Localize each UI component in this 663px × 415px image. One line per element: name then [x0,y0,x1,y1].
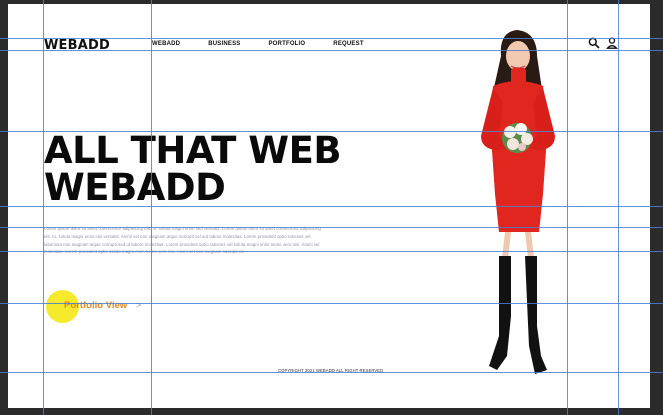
portfolio-view-button[interactable]: Portfolio View > [46,290,166,324]
headline-line-2: WEBADD [44,166,226,209]
guide-line [0,206,663,207]
guide-line [618,0,619,415]
guide-line [0,38,663,39]
guide-line [0,372,663,373]
headline-line-1: ALL THAT WEB [44,129,342,172]
main-nav: WEBADD BUSINESS PORTFOLIO REQUEST [152,41,392,47]
guide-line [0,227,663,228]
guide-line [0,251,663,252]
guide-line [0,131,663,132]
nav-item-portfolio[interactable]: PORTFOLIO [268,41,305,47]
hero-headline: ALL THAT WEB WEBADD [44,129,342,209]
guide-line [43,0,44,415]
model-photo [481,30,555,374]
cta-label: Portfolio View [64,300,128,311]
guide-line [567,0,568,415]
description-line: molestias. Lorem provident optio soluta … [44,248,366,256]
guide-line [0,50,663,51]
nav-item-business[interactable]: BUSINESS [208,41,240,47]
chevron-right-icon: > [136,300,142,310]
description-line: elit. In, soluta magni enim nisi veritat… [44,233,311,239]
nav-item-request[interactable]: REQUEST [333,41,363,47]
nav-item-webadd[interactable]: WEBADD [152,41,180,47]
guide-line [151,0,152,415]
description-line: laboriosa non magnam atque corrupti sed … [44,241,320,247]
guide-line [0,303,663,304]
